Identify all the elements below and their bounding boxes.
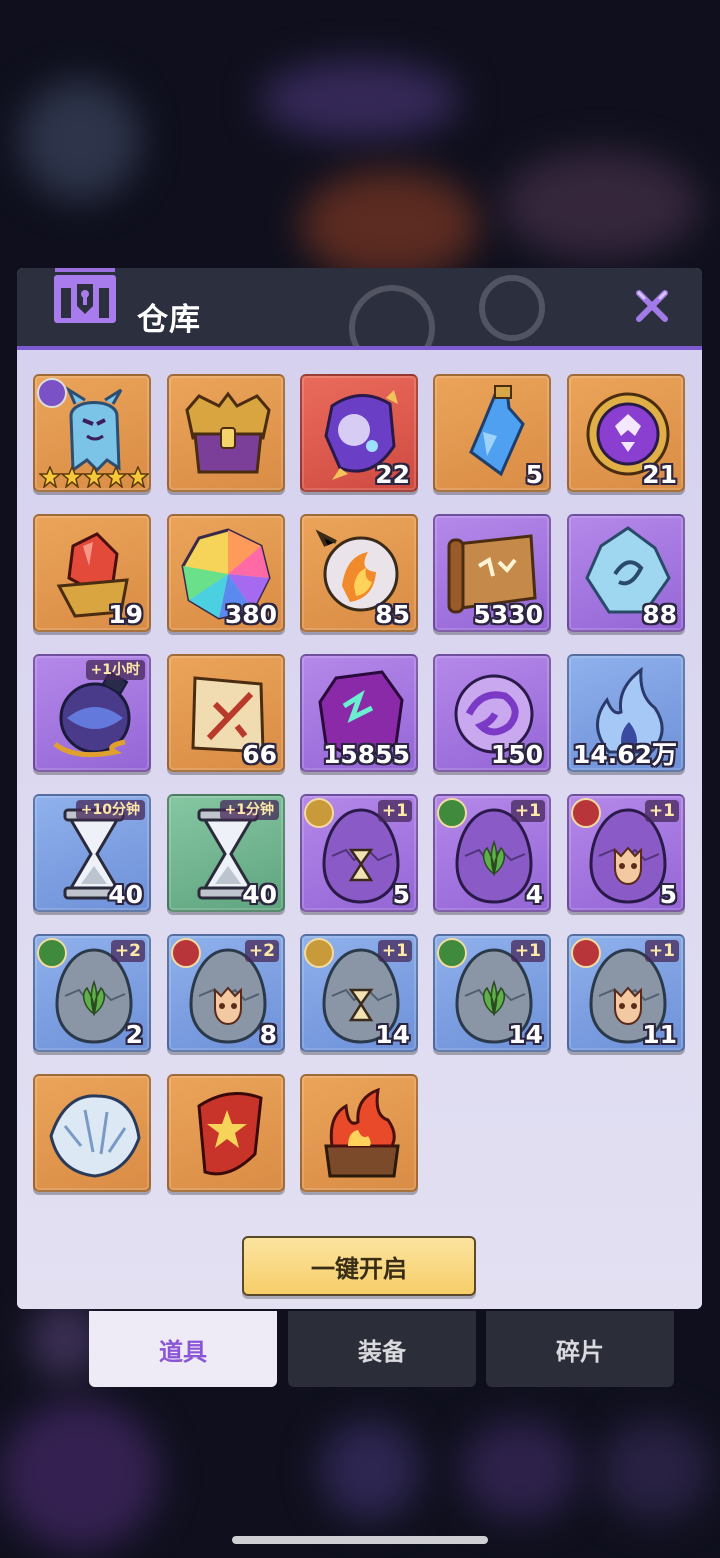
item-slot-purple-orb[interactable]: 150 <box>433 654 551 772</box>
warehouse-dialog: 仓库 22 5 21 19 380 85 5330 88 +1小时 66 158… <box>17 268 702 1309</box>
close-icon[interactable] <box>634 288 670 324</box>
dialog-header: 仓库 <box>17 268 702 350</box>
skull-badge-icon <box>571 798 601 828</box>
red-shield-icon <box>197 1092 263 1176</box>
item-quantity: 40 <box>242 880 277 909</box>
item-quantity: 85 <box>375 600 410 629</box>
item-slot-golden-chest[interactable] <box>167 374 285 492</box>
item-bonus-tag: +2 <box>110 940 145 962</box>
item-quantity: 21 <box>642 460 677 489</box>
item-quantity: 15855 <box>323 740 410 769</box>
item-bonus-tag: +1 <box>377 800 412 822</box>
item-bonus-tag: +2 <box>244 940 279 962</box>
item-slot-hourglass-1m[interactable]: +1分钟 40 <box>167 794 285 912</box>
tab-equipment[interactable]: 装备 <box>288 1311 476 1387</box>
item-slot-hourglass-10m[interactable]: +10分钟 40 <box>33 794 151 912</box>
item-bonus-tag: +1 <box>510 800 545 822</box>
item-quantity: 14 <box>508 1020 543 1049</box>
item-bonus-tag: +1 <box>644 940 679 962</box>
item-slot-star-shield[interactable] <box>167 1074 285 1192</box>
tab-fragments[interactable]: 碎片 <box>486 1311 674 1387</box>
skull-badge-icon <box>571 938 601 968</box>
item-quantity: 66 <box>242 740 277 769</box>
dialog-title: 仓库 <box>137 302 201 338</box>
item-quantity: 22 <box>375 460 410 489</box>
item-slot-gray-egg-skull[interactable]: +1 11 <box>567 934 685 1052</box>
item-quantity: 14 <box>375 1020 410 1049</box>
item-slot-time-potion[interactable]: +1小时 <box>33 654 151 772</box>
item-slot-purple-egg-skull[interactable]: +1 5 <box>567 794 685 912</box>
item-slot-blue-potion[interactable]: 5 <box>433 374 551 492</box>
item-slot-rune-stone[interactable]: 15855 <box>300 654 418 772</box>
item-slot-purple-egg-leaf[interactable]: +1 4 <box>433 794 551 912</box>
gold-badge-icon <box>304 798 334 828</box>
item-slot-purple-egg-gold[interactable]: +1 5 <box>300 794 418 912</box>
item-slot-feather-bundle[interactable] <box>33 1074 151 1192</box>
item-quantity: 380 <box>224 600 277 629</box>
item-quantity: 5 <box>392 880 410 909</box>
ornate-chest-icon <box>185 391 271 474</box>
leaf-badge-icon <box>37 938 67 968</box>
item-slot-purple-medallion[interactable]: 21 <box>567 374 685 492</box>
item-quantity: 14.62万 <box>572 740 677 769</box>
item-quantity: 5330 <box>473 600 543 629</box>
item-quantity: 19 <box>108 600 143 629</box>
item-quantity: 4 <box>525 880 543 909</box>
tab-items[interactable]: 道具 <box>89 1311 277 1387</box>
item-quantity: 8 <box>259 1020 277 1049</box>
item-bonus-tag: +1 <box>377 940 412 962</box>
item-bonus-tag: +1 <box>644 800 679 822</box>
item-quantity: 5 <box>525 460 543 489</box>
leaf-badge-icon <box>437 938 467 968</box>
open-all-button[interactable]: 一键开启 <box>242 1236 476 1296</box>
header-swirl-decoration <box>349 275 545 346</box>
dialog-body: 22 5 21 19 380 85 5330 88 +1小时 66 15855 … <box>17 350 702 1309</box>
item-slot-hero-card[interactable] <box>33 374 151 492</box>
item-bonus-tag: +1小时 <box>85 660 145 680</box>
home-indicator <box>232 1536 488 1544</box>
gold-badge-icon <box>304 938 334 968</box>
white-feathers-icon <box>49 1094 141 1178</box>
item-quantity: 40 <box>108 880 143 909</box>
item-bonus-tag: +1 <box>510 940 545 962</box>
treasure-chest-icon <box>52 268 118 325</box>
item-slot-cosmic-gem[interactable]: 22 <box>300 374 418 492</box>
item-quantity: 2 <box>125 1020 143 1049</box>
leaf-badge-icon <box>437 798 467 828</box>
item-quantity: 88 <box>642 600 677 629</box>
fire-chest-icon <box>324 1087 400 1178</box>
item-slot-gray-egg-gold[interactable]: +1 14 <box>300 934 418 1052</box>
item-slot-blue-flame[interactable]: 14.62万 <box>567 654 685 772</box>
item-quantity: 150 <box>490 740 543 769</box>
item-slot-flame-chest[interactable] <box>300 1074 418 1192</box>
item-bonus-tag: +10分钟 <box>75 800 145 820</box>
item-slot-rainbow-gem[interactable]: 380 <box>167 514 285 632</box>
item-slot-scroll-map[interactable]: 5330 <box>433 514 551 632</box>
item-quantity: 11 <box>642 1020 677 1049</box>
star-rating-icon <box>39 466 149 488</box>
item-slot-gray-egg-skull-2[interactable]: +2 8 <box>167 934 285 1052</box>
item-slot-fire-orb[interactable]: 85 <box>300 514 418 632</box>
item-slot-ice-crystal[interactable]: 88 <box>567 514 685 632</box>
item-bonus-tag: +1分钟 <box>219 800 279 820</box>
item-slot-gray-egg-leaf-2[interactable]: +2 2 <box>33 934 151 1052</box>
hero-badge-icon <box>37 378 67 408</box>
item-slot-gray-egg-leaf[interactable]: +1 14 <box>433 934 551 1052</box>
skull-badge-icon <box>171 938 201 968</box>
item-slot-sword-scroll[interactable]: 66 <box>167 654 285 772</box>
item-quantity: 5 <box>659 880 677 909</box>
item-slot-red-crystal[interactable]: 19 <box>33 514 151 632</box>
